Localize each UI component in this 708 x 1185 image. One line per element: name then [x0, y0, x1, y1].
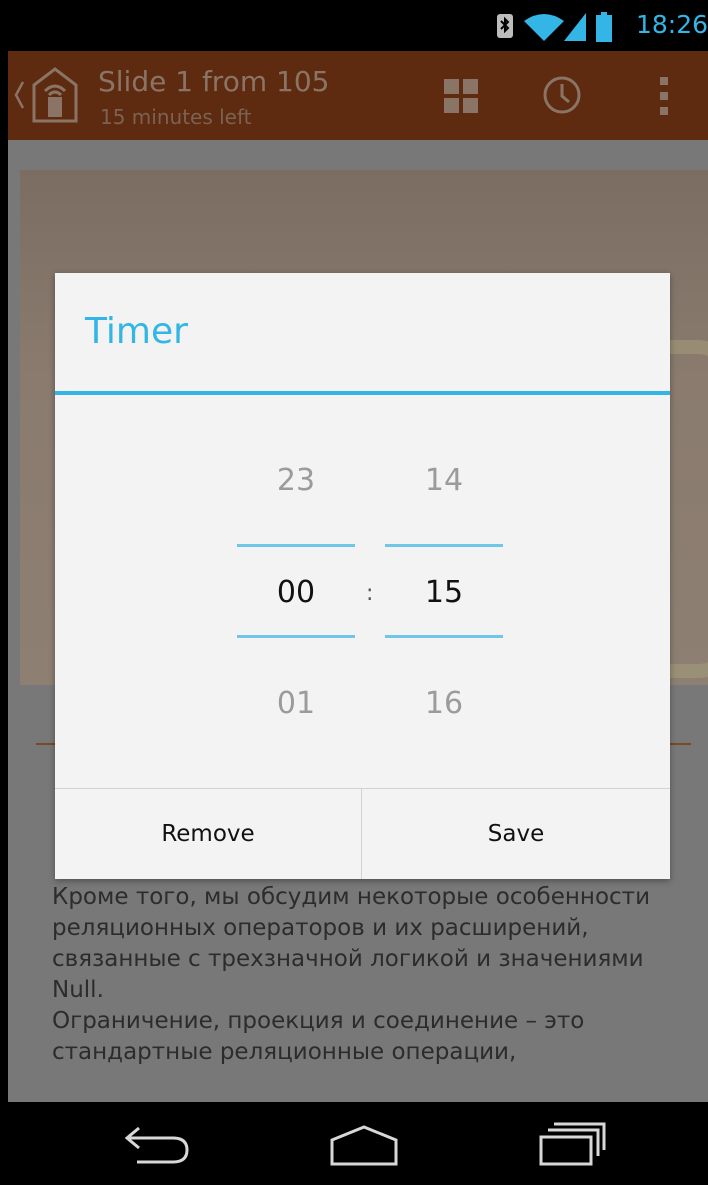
action-bar: Slide 1 from 105 15 minutes left — [8, 51, 708, 140]
minutes-selection-line-top — [385, 544, 503, 547]
save-button[interactable]: Save — [362, 789, 670, 879]
hours-next-value[interactable]: 01 — [237, 686, 355, 721]
text-line: реляционных операторов и их расширений, — [52, 915, 589, 941]
grid-icon[interactable] — [444, 79, 478, 113]
text-line: Null. — [52, 977, 104, 1003]
minutes-previous-value[interactable]: 14 — [385, 463, 503, 498]
minutes-selection-line-bottom — [385, 635, 503, 638]
status-time: 18:26 — [635, 10, 708, 39]
remove-button[interactable]: Remove — [55, 789, 361, 879]
hours-current-value[interactable]: 00 — [237, 575, 355, 610]
text-line: связанные с трехзначной логикой и значен… — [52, 946, 644, 972]
dialog-title-divider — [55, 391, 670, 395]
action-bar-subtitle: 15 minutes left — [100, 105, 252, 129]
status-bar: 18:26 — [8, 0, 708, 51]
hours-selection-line-top — [237, 544, 355, 547]
text-line: стандартные реляционные операции, — [52, 1039, 517, 1065]
app-remote-icon[interactable] — [30, 67, 80, 123]
home-icon[interactable] — [328, 1124, 400, 1166]
wifi-icon — [524, 14, 564, 41]
dialog-title: Timer — [85, 311, 188, 352]
text-line: Кроме того, мы обсудим некоторые особенн… — [52, 884, 651, 910]
back-icon[interactable] — [123, 1122, 193, 1166]
bluetooth-icon — [497, 14, 513, 38]
slide-text: Кроме того, мы обсудим некоторые особенн… — [52, 882, 692, 1068]
action-bar-title: Slide 1 from 105 — [98, 65, 330, 98]
recent-apps-icon[interactable] — [538, 1120, 608, 1168]
timer-dialog: Timer 23 00 01 : 14 15 16 Remove Save — [55, 273, 670, 879]
hours-previous-value[interactable]: 23 — [237, 463, 355, 498]
hours-selection-line-bottom — [237, 635, 355, 638]
time-separator: : — [366, 581, 374, 606]
overflow-menu-icon[interactable] — [658, 75, 670, 117]
battery-icon — [596, 12, 612, 42]
back-chevron-icon[interactable] — [14, 80, 24, 110]
clock-icon[interactable] — [542, 75, 582, 115]
minutes-current-value[interactable]: 15 — [385, 575, 503, 610]
minutes-next-value[interactable]: 16 — [385, 686, 503, 721]
text-line: Ограничение, проекция и соединение – это — [52, 1008, 585, 1034]
navigation-bar — [8, 1102, 708, 1185]
device-screen: 18:26 Slide 1 from 105 15 minutes left К… — [8, 0, 708, 1185]
signal-icon — [564, 13, 586, 41]
